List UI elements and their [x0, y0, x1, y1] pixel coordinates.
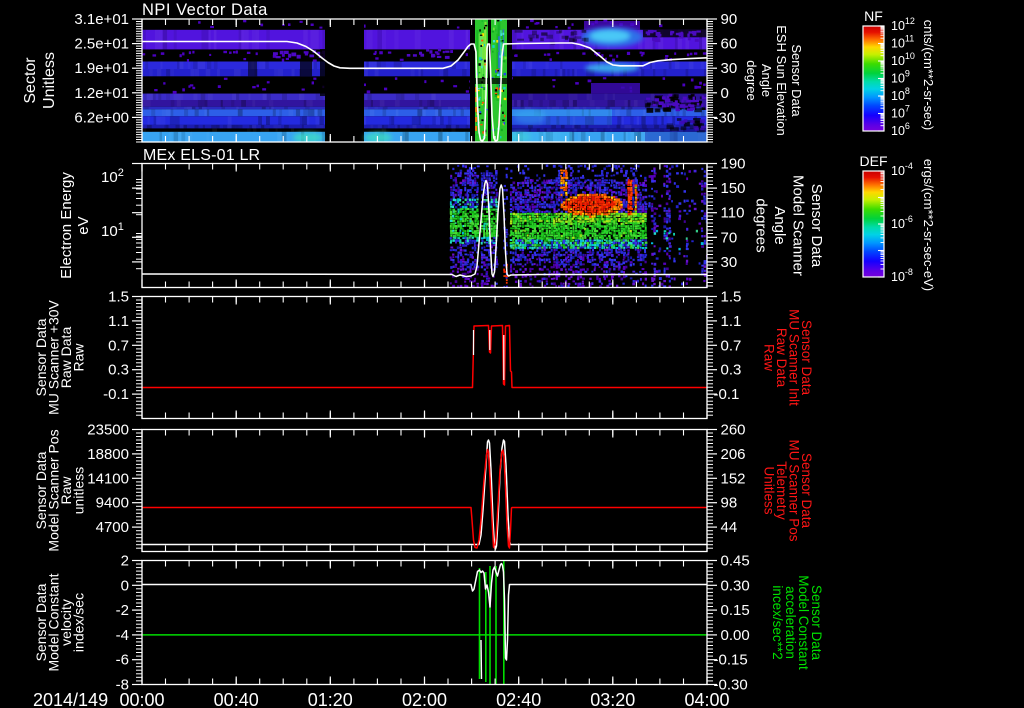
svg-text:DEF: DEF	[860, 153, 888, 169]
svg-text:18800: 18800	[87, 446, 129, 463]
svg-text:Unitless: Unitless	[41, 52, 58, 109]
svg-text:60: 60	[721, 36, 738, 53]
svg-text:2014/149: 2014/149	[33, 690, 108, 708]
svg-text:-2: -2	[116, 602, 129, 619]
svg-text:NPI Vector Data: NPI Vector Data	[142, 1, 268, 19]
svg-text:30: 30	[721, 254, 738, 271]
svg-text:150: 150	[721, 180, 746, 197]
svg-text:30: 30	[721, 60, 738, 77]
svg-text:Sensor Data: Sensor Data	[808, 184, 825, 268]
svg-text:02:40: 02:40	[496, 690, 541, 708]
svg-text:70: 70	[721, 229, 738, 246]
svg-text:1.1: 1.1	[108, 313, 129, 330]
svg-text:14100: 14100	[87, 470, 129, 487]
svg-text:2: 2	[121, 553, 129, 570]
svg-text:206: 206	[721, 446, 746, 463]
svg-text:-0.1: -0.1	[714, 386, 740, 403]
svg-text:6.2e+00: 6.2e+00	[74, 109, 129, 126]
svg-text:index/sec: index/sec	[71, 593, 87, 652]
svg-text:ESH Sun Elevation: ESH Sun Elevation	[774, 25, 789, 136]
svg-text:44: 44	[721, 519, 738, 536]
svg-text:Raw: Raw	[71, 343, 87, 372]
svg-text:NF: NF	[864, 8, 883, 24]
svg-text:-6: -6	[116, 652, 129, 669]
svg-text:MEx ELS-01 LR: MEx ELS-01 LR	[143, 147, 260, 164]
svg-text:Angle: Angle	[759, 64, 774, 97]
svg-text:0: 0	[721, 85, 729, 102]
svg-text:ergs/(cm**2-sr-sec-eV): ergs/(cm**2-sr-sec-eV)	[921, 159, 936, 291]
svg-text:0: 0	[121, 577, 129, 594]
svg-text:0.00: 0.00	[721, 627, 750, 644]
svg-text:0.7: 0.7	[108, 337, 129, 354]
svg-text:260: 260	[721, 422, 746, 439]
svg-text:Sector: Sector	[22, 57, 39, 104]
svg-text:Raw: Raw	[762, 344, 777, 371]
svg-text:1.2e+01: 1.2e+01	[74, 85, 129, 102]
svg-text:1.5: 1.5	[721, 289, 742, 306]
svg-text:2.5e+01: 2.5e+01	[74, 36, 129, 53]
svg-text:cnts/(cm**2-sr-sec): cnts/(cm**2-sr-sec)	[921, 20, 936, 131]
svg-text:98: 98	[721, 495, 738, 512]
svg-text:0.3: 0.3	[108, 362, 129, 379]
svg-text:incex/sec**2: incex/sec**2	[770, 585, 785, 659]
svg-text:00:00: 00:00	[119, 690, 164, 708]
svg-text:152: 152	[721, 470, 746, 487]
svg-text:-4: -4	[116, 627, 129, 644]
svg-text:-0.1: -0.1	[103, 386, 129, 403]
svg-text:0.30: 0.30	[721, 577, 750, 594]
svg-text:Sensor Data: Sensor Data	[789, 44, 804, 117]
svg-text:9400: 9400	[96, 495, 129, 512]
svg-text:-0.15: -0.15	[714, 652, 748, 669]
svg-text:-30: -30	[714, 109, 736, 126]
svg-text:23500: 23500	[87, 422, 129, 439]
svg-text:unitless: unitless	[71, 467, 87, 514]
svg-text:4700: 4700	[96, 519, 129, 536]
svg-text:00:40: 00:40	[214, 690, 259, 708]
svg-text:Unitless: Unitless	[762, 466, 777, 514]
svg-text:90: 90	[721, 11, 738, 28]
svg-text:Angle: Angle	[771, 206, 788, 244]
svg-text:1.1: 1.1	[721, 313, 742, 330]
svg-text:3.1e+01: 3.1e+01	[74, 11, 129, 28]
svg-text:02:00: 02:00	[402, 690, 447, 708]
svg-text:1.5: 1.5	[108, 289, 129, 306]
svg-text:0.45: 0.45	[721, 553, 750, 570]
svg-text:degree: degree	[744, 60, 759, 100]
svg-text:0.15: 0.15	[721, 602, 750, 619]
svg-text:04:00: 04:00	[684, 690, 729, 708]
svg-text:0.3: 0.3	[721, 362, 742, 379]
svg-text:110: 110	[721, 205, 745, 222]
svg-text:01:20: 01:20	[308, 690, 353, 708]
svg-text:1.9e+01: 1.9e+01	[74, 60, 129, 77]
svg-text:eV: eV	[75, 216, 92, 234]
svg-text:Electron Energy: Electron Energy	[58, 172, 75, 279]
svg-text:190: 190	[721, 156, 746, 173]
svg-text:0.7: 0.7	[721, 337, 742, 354]
svg-text:Model Scanner: Model Scanner	[790, 175, 807, 276]
svg-text:degrees: degrees	[753, 198, 770, 252]
svg-text:03:20: 03:20	[590, 690, 635, 708]
